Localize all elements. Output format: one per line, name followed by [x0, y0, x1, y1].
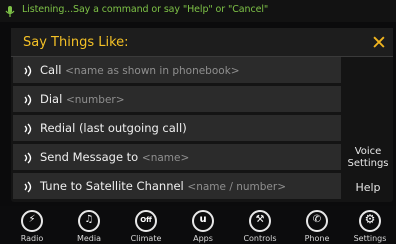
nav-apps[interactable]: u Apps: [175, 206, 231, 244]
settings-icon: ⚙: [359, 210, 381, 232]
nav-label: Apps: [193, 234, 213, 243]
command-label: Dial <number>: [40, 92, 125, 106]
nav-radio[interactable]: ⚡ Radio: [4, 206, 60, 244]
radio-icon: ⚡: [21, 210, 43, 232]
nav-label: Radio: [20, 234, 44, 243]
command-label: Redial (last outgoing call): [40, 121, 187, 135]
close-icon[interactable]: ✕: [371, 32, 387, 54]
panel-header: Say Things Like: ✕: [11, 28, 393, 57]
command-row-send-message[interactable]: Send Message to <name>: [13, 144, 341, 170]
voice-wave-icon: [24, 181, 32, 193]
voice-wave-icon: [24, 94, 32, 106]
status-bar: Listening...Say a command or say "Help" …: [0, 0, 396, 22]
command-row-satellite[interactable]: Tune to Satellite Channel <name / number…: [13, 173, 341, 199]
nav-label: Climate: [130, 234, 162, 243]
bottom-nav-bar: ⚡ Radio ♫ Media Off Climate u Apps ⚒ Con…: [0, 206, 396, 244]
controls-icon: ⚒: [249, 210, 271, 232]
command-row-redial[interactable]: Redial (last outgoing call): [13, 115, 341, 141]
nav-settings[interactable]: ⚙ Settings: [342, 206, 396, 244]
phone-icon: ✆: [306, 210, 328, 232]
nav-label: Settings: [353, 234, 387, 243]
nav-climate[interactable]: Off Climate: [118, 206, 174, 244]
voice-wave-icon: [24, 152, 32, 164]
voice-wave-icon: [24, 65, 32, 77]
panel-title: Say Things Like:: [23, 35, 129, 50]
command-label: Send Message to <name>: [40, 150, 190, 164]
voice-settings-button[interactable]: Voice Settings: [344, 146, 392, 170]
microphone-icon: [5, 6, 15, 17]
nav-label: Controls: [243, 234, 277, 243]
apps-icon: u: [192, 210, 214, 232]
voice-command-panel: Say Things Like: ✕ Call <name as shown i…: [11, 28, 393, 202]
command-row-dial[interactable]: Dial <number>: [13, 86, 341, 112]
nav-phone[interactable]: ✆ Phone: [289, 206, 345, 244]
command-label: Call <name as shown in phonebook>: [40, 63, 240, 77]
media-icon: ♫: [78, 210, 100, 232]
voice-wave-icon: [24, 123, 32, 135]
command-row-call[interactable]: Call <name as shown in phonebook>: [13, 57, 341, 83]
nav-label: Media: [76, 234, 102, 243]
nav-controls[interactable]: ⚒ Controls: [232, 206, 288, 244]
listening-status-text: Listening...Say a command or say "Help" …: [22, 4, 269, 15]
nav-media[interactable]: ♫ Media: [61, 206, 117, 244]
climate-icon: Off: [135, 210, 157, 232]
help-button[interactable]: Help: [344, 181, 392, 194]
command-label: Tune to Satellite Channel <name / number…: [40, 179, 286, 193]
